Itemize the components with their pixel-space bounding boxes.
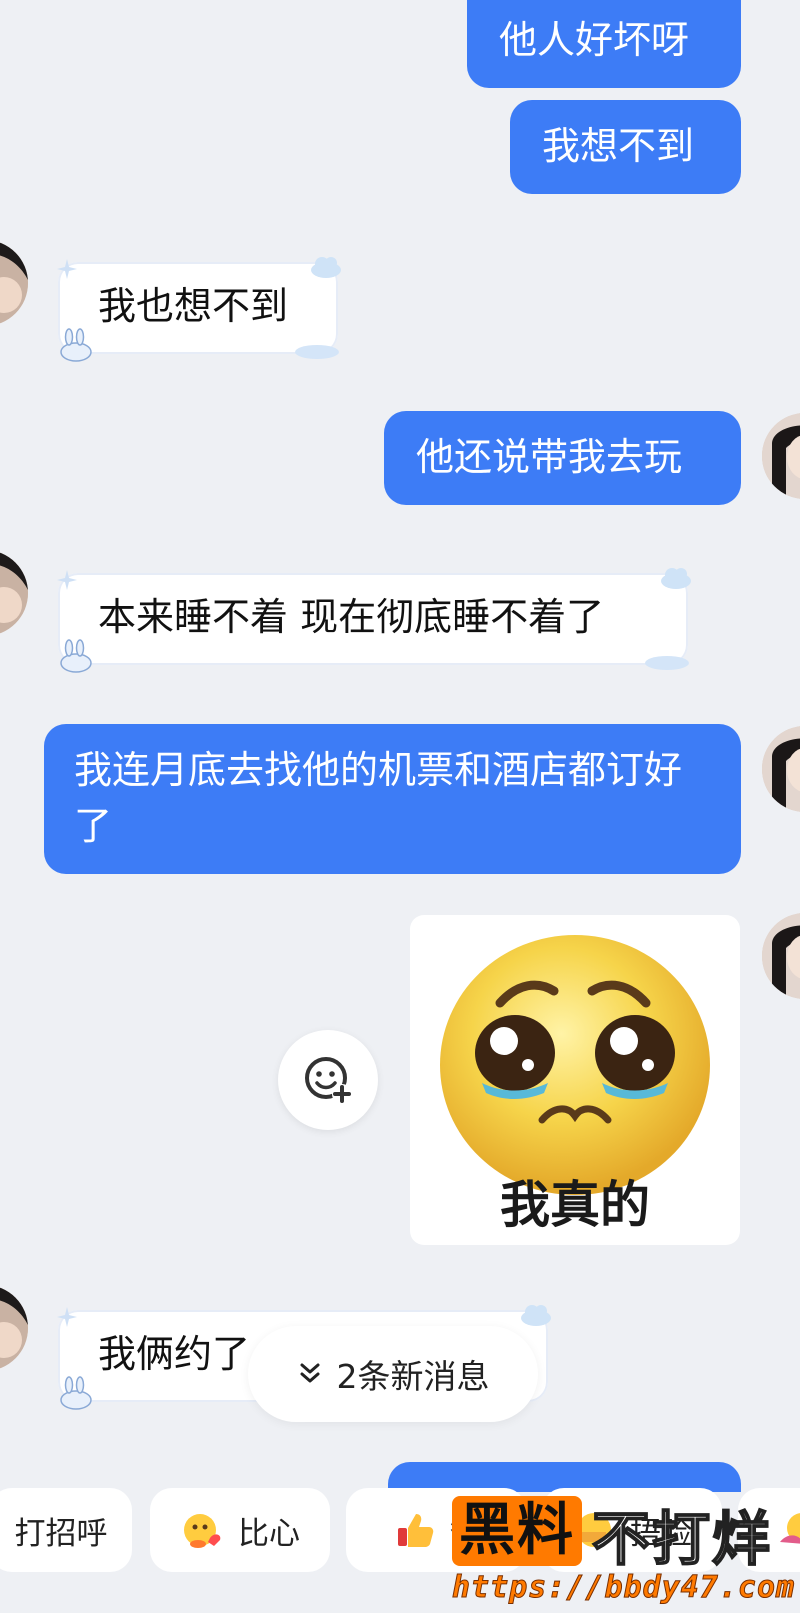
message-text: 他人好坏呀 <box>499 18 690 62</box>
cloud-icon <box>521 1305 551 1326</box>
quick-reply-heart[interactable]: 比心 <box>150 1488 330 1572</box>
message-text: 我也想不到 <box>98 284 289 328</box>
cloud-icon <box>645 656 689 670</box>
add-sticker-button[interactable] <box>278 1030 378 1130</box>
message-text: 我俩约了 <box>98 1332 251 1376</box>
chip-label: 比心 <box>238 1515 300 1552</box>
emoji-add-icon <box>305 1057 352 1104</box>
sticker-caption: 我真的 <box>500 1176 650 1234</box>
new-messages-label: 2条新消息 <box>336 1357 490 1396</box>
sparkle-icon <box>57 570 77 590</box>
message-outgoing[interactable]: 他还说带我去玩 <box>384 411 741 505</box>
thumbs-up-icon <box>397 1514 433 1547</box>
message-text: 我连月底去找他的机票和酒店都订好了 <box>74 748 683 848</box>
watermark-brand-a: 黑料 <box>459 1498 575 1563</box>
message-text: 我想不到 <box>542 124 695 168</box>
bunny-icon <box>60 1376 92 1410</box>
new-messages-button[interactable]: 2条新消息 <box>248 1326 538 1422</box>
contact-avatar[interactable] <box>0 550 28 636</box>
message-outgoing[interactable]: 我想不到 <box>510 100 741 194</box>
sticker-message[interactable]: 我真的 <box>410 915 740 1245</box>
watermark-brand-box: 黑料 <box>452 1496 582 1566</box>
chip-label: 打招呼 <box>14 1515 108 1552</box>
contact-avatar[interactable] <box>0 240 28 326</box>
watermark-url: https://bbdy47.com <box>451 1570 796 1606</box>
watermark: 黑料 不打烊 https://bbdy47.com <box>451 1470 800 1613</box>
double-chevron-down-icon <box>300 1363 319 1383</box>
cloud-icon <box>311 257 341 278</box>
sparkle-icon <box>57 1307 77 1327</box>
user-avatar[interactable] <box>762 413 800 499</box>
contact-avatar[interactable] <box>0 1285 28 1371</box>
message-incoming[interactable]: 本来睡不着 现在彻底睡不着了 <box>57 568 691 673</box>
watermark-brand-b: 不打烊 <box>591 1504 773 1574</box>
cloud-icon <box>661 568 691 589</box>
chat-screen: 他人好坏呀 我想不到 我也想不到 他还说带我去玩 本来睡不着 现在彻底睡不着了 … <box>0 0 800 1613</box>
bunny-icon <box>60 639 92 673</box>
message-outgoing[interactable]: 我连月底去找他的机票和酒店都订好了 <box>44 724 741 874</box>
quick-reply-greet[interactable]: 打招呼 <box>0 1488 132 1572</box>
sparkle-icon <box>57 259 77 279</box>
bunny-icon <box>60 328 92 362</box>
message-text: 本来睡不着 现在彻底睡不着了 <box>98 595 605 639</box>
user-avatar[interactable] <box>762 913 800 999</box>
message-incoming[interactable]: 我也想不到 <box>57 257 341 362</box>
message-outgoing[interactable]: 他人好坏呀 <box>467 0 741 88</box>
message-text: 他还说带我去玩 <box>416 435 683 479</box>
cloud-icon <box>295 345 339 359</box>
user-avatar[interactable] <box>762 726 800 812</box>
heart-gesture-icon <box>184 1514 221 1548</box>
